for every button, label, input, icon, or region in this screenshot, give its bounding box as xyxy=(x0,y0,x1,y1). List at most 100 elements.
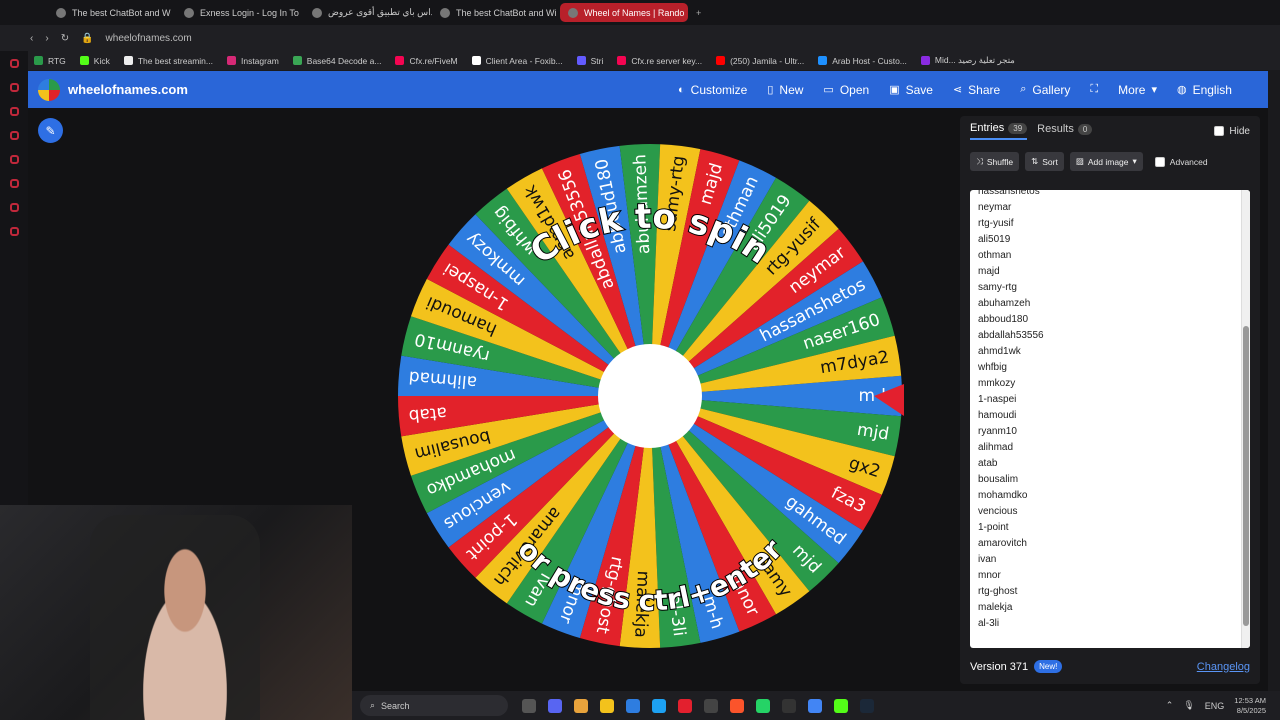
gallery-label: Gallery xyxy=(1032,82,1071,97)
tab-results[interactable]: Results 0 xyxy=(1037,123,1093,139)
forward-icon[interactable]: › xyxy=(45,33,48,44)
new-tab-icon[interactable]: + xyxy=(696,8,701,18)
results-count-badge: 0 xyxy=(1077,123,1093,135)
bookmark-item[interactable]: The best streamin... xyxy=(123,55,213,66)
add-image-button[interactable]: ▨ Add image ▾ xyxy=(1069,152,1143,171)
bookmark-item[interactable]: Mid... متجر تعلية رصيد xyxy=(920,55,1015,66)
taskbar-app-icon[interactable] xyxy=(834,698,848,713)
app-logo[interactable]: wheelofnames.com xyxy=(28,78,668,101)
taskbar-app-icon[interactable] xyxy=(522,698,536,713)
share-button[interactable]: ⋖ Share xyxy=(943,83,1010,97)
hide-checkbox[interactable] xyxy=(1214,126,1225,136)
taskbar-search-label: Search xyxy=(381,700,410,711)
shuffle-button[interactable]: ⤨ Shuffle xyxy=(970,152,1020,171)
browser-tab[interactable]: The best ChatBot and Wi xyxy=(432,3,560,22)
taskbar-app-icon[interactable] xyxy=(730,698,744,713)
tab-entries[interactable]: Entries 39 xyxy=(970,122,1028,140)
entries-scrollbar[interactable] xyxy=(1241,190,1250,648)
chevron-up-icon[interactable]: ⌃ xyxy=(1166,700,1174,711)
taskbar-app-icon[interactable] xyxy=(626,698,640,713)
bookmark-item[interactable]: Cfx.re/FiveM xyxy=(395,56,458,66)
language-indicator[interactable]: ENG xyxy=(1205,701,1225,711)
customize-button[interactable]: ◐ Customize xyxy=(668,83,757,97)
sidebar-app-icon[interactable] xyxy=(9,131,19,140)
bookmark-item[interactable]: Arab Host - Custo... xyxy=(818,56,907,66)
advanced-toggle[interactable]: Advanced xyxy=(1154,156,1208,167)
spin-wheel[interactable]: m-hmjdgx2fza3gahmedmjdsamymnorm-hal-3lim… xyxy=(394,140,906,652)
browser-tab[interactable]: Exness Login - Log In To xyxy=(176,3,304,22)
taskbar-app-icon[interactable] xyxy=(548,698,562,713)
bookmark-icon xyxy=(292,56,302,65)
browser-tab-active[interactable]: Wheel of Names | Rando xyxy=(560,3,688,22)
scrollbar-thumb[interactable] xyxy=(1243,326,1249,626)
sidebar-app-icon[interactable] xyxy=(9,83,19,92)
wheel-hub[interactable] xyxy=(598,344,702,448)
bookmark-item[interactable]: (250) Jamila - Ultr... xyxy=(716,56,804,66)
bookmark-item[interactable]: Cfx.re server key... xyxy=(617,56,702,66)
microphone-icon[interactable]: 🎙 xyxy=(1183,700,1194,711)
changelog-link[interactable]: Changelog xyxy=(1197,661,1250,673)
search-icon: ⌕ xyxy=(370,700,376,710)
globe-icon: ◍ xyxy=(1176,84,1187,96)
sidebar-app-icon[interactable] xyxy=(9,155,19,164)
open-button[interactable]: ▭ Open xyxy=(813,83,879,97)
taskbar-app-icon[interactable] xyxy=(600,698,614,713)
share-label: Share xyxy=(968,82,1001,97)
bookmark-item[interactable]: Base64 Decode a... xyxy=(292,56,381,66)
advanced-checkbox[interactable] xyxy=(1154,156,1165,167)
taskbar-app-icon[interactable] xyxy=(652,698,666,713)
edit-button[interactable]: ✎ xyxy=(38,118,63,143)
taskbar-app-icon[interactable] xyxy=(756,698,770,713)
clock[interactable]: 12:53 AM 8/5/2025 xyxy=(1234,696,1266,716)
sidebar-app-icon[interactable] xyxy=(9,179,19,188)
sidebar-app-icon[interactable] xyxy=(9,227,19,236)
bookmark-icon xyxy=(123,56,133,65)
entry-line: neymar xyxy=(978,202,1012,213)
taskbar-app-icon[interactable] xyxy=(860,698,874,713)
browser-tab[interactable]: The best ChatBot and W xyxy=(48,3,176,22)
reload-icon[interactable]: ↻ xyxy=(61,33,69,44)
entry-line: mohamdko xyxy=(978,490,1028,501)
entry-line: ali5019 xyxy=(978,234,1011,245)
url-field[interactable]: wheelofnames.com xyxy=(106,33,192,44)
bookmark-item[interactable]: Client Area - Foxib... xyxy=(471,56,563,66)
hide-toggle[interactable]: Hide xyxy=(1214,126,1250,137)
streamer-image xyxy=(120,535,250,720)
bookmark-icon xyxy=(226,56,236,65)
taskbar-apps xyxy=(522,698,874,713)
taskbar-search[interactable]: ⌕ Search xyxy=(360,695,508,716)
new-button[interactable]: ▯ New xyxy=(757,83,813,97)
bookmark-label: The best streamin... xyxy=(137,55,213,66)
bookmark-item[interactable]: Stri xyxy=(576,55,604,66)
taskbar-app-icon[interactable] xyxy=(808,698,822,713)
bookmark-icon xyxy=(395,56,405,65)
taskbar-app-icon[interactable] xyxy=(704,698,718,713)
search-icon: ⌕ xyxy=(1020,83,1027,95)
bookmark-item[interactable]: RTG xyxy=(34,56,66,66)
sidebar-app-icon[interactable] xyxy=(9,203,19,212)
bookmark-item[interactable]: Instagram xyxy=(226,56,279,66)
save-button[interactable]: ▣ Save xyxy=(879,83,943,97)
gallery-button[interactable]: ⌕ Gallery xyxy=(1010,83,1080,97)
bookmark-label: RTG xyxy=(48,55,66,66)
more-button[interactable]: More ▾ xyxy=(1108,83,1167,97)
bookmark-icon xyxy=(471,56,481,65)
bookmark-item[interactable]: Kick xyxy=(79,56,110,66)
sidebar-app-icon[interactable] xyxy=(9,107,19,116)
sort-button[interactable]: ⇅ Sort xyxy=(1025,152,1064,171)
taskbar-app-icon[interactable] xyxy=(574,698,588,713)
bookmark-label: Stri xyxy=(590,55,604,66)
fullscreen-button[interactable]: ⛶ xyxy=(1080,83,1108,96)
shuffle-label: Shuffle xyxy=(986,156,1014,167)
version-text: Version 371 xyxy=(970,660,1029,673)
back-icon[interactable]: ‹ xyxy=(30,33,33,44)
language-button[interactable]: ◍ English xyxy=(1167,83,1242,97)
sidebar-app-icon[interactable] xyxy=(9,59,19,68)
entry-line: al-3li xyxy=(978,618,1000,629)
taskbar-app-icon[interactable] xyxy=(782,698,796,713)
taskbar-app-icon[interactable] xyxy=(678,698,692,713)
customize-label: Customize xyxy=(690,82,748,97)
browser-tab[interactable]: ميداس باي تطبيق أقوى عروض xyxy=(304,3,432,22)
entries-textarea[interactable]: hassanshetos neymar rtg-yusif ali5019 othman… xyxy=(970,190,1250,648)
system-tray: ⌃ 🎙 ENG 12:53 AM 8/5/2025 xyxy=(1166,696,1280,716)
